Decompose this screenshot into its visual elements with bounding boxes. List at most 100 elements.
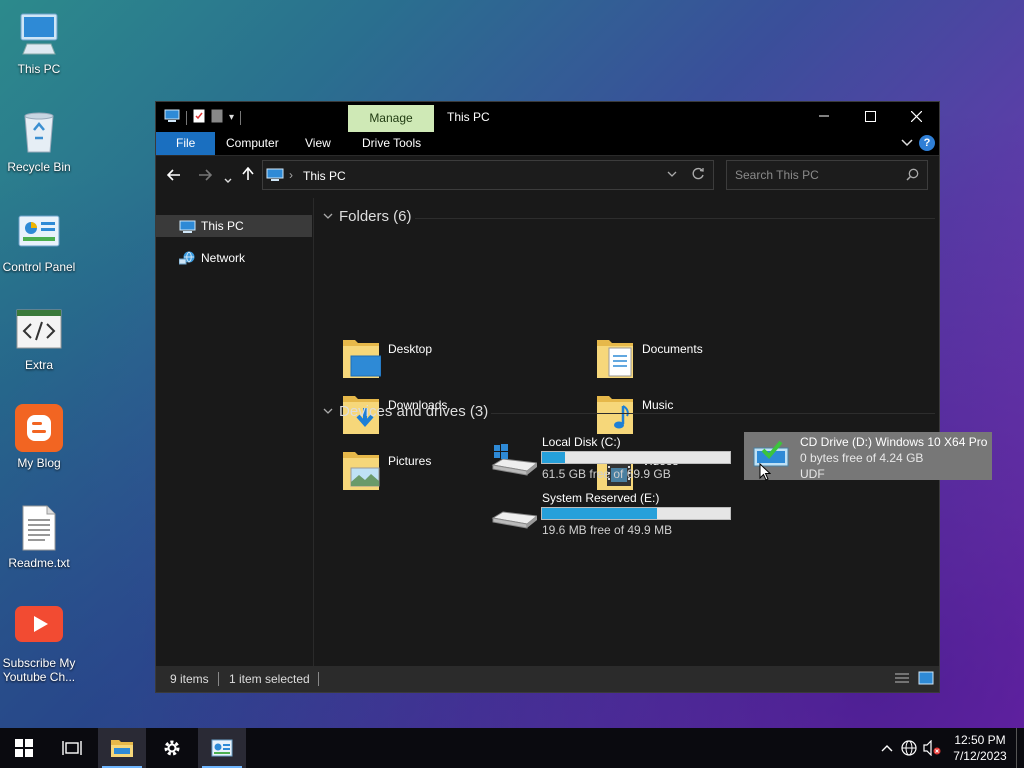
drive-filesystem: UDF (800, 467, 825, 481)
tab-file[interactable]: File (156, 132, 216, 155)
show-hidden-icons-chevron-icon[interactable] (876, 744, 898, 752)
drive-name: System Reserved (E:) (542, 491, 660, 505)
taskbar-settings[interactable] (148, 728, 196, 768)
desktop-icon-youtube[interactable]: Subscribe My Youtube Ch... (0, 604, 78, 684)
tab-manage[interactable]: Manage (348, 105, 434, 132)
nav-item-this-pc[interactable]: This PC (156, 215, 312, 237)
close-button[interactable] (893, 102, 939, 130)
forward-arrow-icon[interactable] (198, 168, 213, 184)
desktop-icon-label: My Blog (17, 456, 61, 470)
folder-name: Music (642, 398, 674, 412)
desktop-icon-my-blog[interactable]: My Blog (0, 404, 78, 470)
group-divider (491, 413, 935, 414)
large-icons-view-icon[interactable] (918, 671, 934, 688)
show-desktop-button[interactable] (1016, 728, 1024, 768)
toolbar-divider (186, 110, 187, 125)
folder-downloads[interactable]: Downloads (315, 254, 555, 434)
taskbar-control-panel[interactable] (198, 728, 246, 768)
blogger-icon (15, 404, 63, 452)
drive-usage-bar (541, 507, 731, 520)
clock[interactable]: 12:50 PM 7/12/2023 (944, 732, 1016, 764)
desktop-icon-label: Readme.txt (8, 556, 70, 570)
tab-computer[interactable]: Computer (212, 132, 293, 155)
clock-time: 12:50 PM (954, 733, 1006, 747)
drive-name: Local Disk (C:) (542, 435, 621, 449)
breadcrumb-chevron-icon: › (289, 168, 293, 182)
title-bar: ▾ Manage This PC (156, 102, 939, 132)
task-view-button[interactable] (48, 728, 96, 768)
code-file-icon (15, 306, 63, 354)
window-title: This PC (447, 110, 490, 124)
folder-videos[interactable]: Videos (569, 310, 809, 490)
minimize-button[interactable] (801, 102, 847, 130)
windows-drive-icon (491, 441, 539, 480)
nav-item-network[interactable]: Network (156, 247, 312, 269)
folder-desktop[interactable]: Desktop (315, 198, 555, 378)
control-panel-icon (15, 208, 63, 256)
desktop-icon-label: Recycle Bin (7, 160, 71, 174)
folder-music[interactable]: Music (569, 254, 809, 434)
properties-icon[interactable] (193, 109, 205, 126)
desktop-icon-readme[interactable]: Readme.txt (0, 504, 78, 570)
desktop-icon-extra[interactable]: Extra (0, 306, 78, 372)
tab-drive-tools[interactable]: Drive Tools (348, 132, 435, 155)
recent-locations-icon[interactable] (224, 171, 232, 187)
computer-icon (15, 10, 63, 58)
nav-item-label: Network (201, 251, 246, 265)
collapse-chevron-icon (323, 406, 333, 418)
desktop-icon-label: Control Panel (2, 260, 76, 274)
drive-cd-d[interactable]: CD Drive (D:) Windows 10 X64 Pro 0 bytes… (744, 432, 992, 481)
content-pane: Folders (6) Desktop Documents Downloads (315, 198, 992, 668)
system-tray: 12:50 PM 7/12/2023 (876, 728, 1024, 768)
search-icon[interactable] (906, 168, 919, 184)
computer-icon (164, 109, 180, 126)
computer-icon (266, 168, 284, 185)
status-selection: 1 item selected (229, 672, 310, 686)
desktop-icon-recycle-bin[interactable]: Recycle Bin (0, 108, 78, 174)
computer-icon (179, 219, 196, 241)
drive-free-space: 0 bytes free of 4.24 GB (800, 451, 924, 465)
address-bar[interactable]: › This PC (262, 160, 714, 190)
desktop-icon-this-pc[interactable]: This PC (0, 10, 78, 76)
drive-usage-fill (542, 508, 657, 519)
desktop-icon-label: Extra (24, 358, 53, 372)
status-divider (218, 672, 219, 686)
music-folder-icon (595, 392, 635, 436)
refresh-icon[interactable] (692, 167, 705, 183)
taskbar-file-explorer[interactable] (98, 728, 146, 768)
drive-system-reserved-e[interactable]: System Reserved (E:) 19.6 MB free of 49.… (486, 488, 736, 540)
drive-free-space: 61.5 GB free of 69.9 GB (542, 467, 671, 481)
folder-name: Pictures (388, 454, 432, 468)
back-arrow-icon[interactable] (166, 168, 181, 184)
desktop-icon-control-panel[interactable]: Control Panel (0, 208, 78, 274)
maximize-button[interactable] (847, 102, 893, 130)
folder-pictures[interactable]: Pictures (315, 310, 555, 490)
drive-local-disk-c[interactable]: Local Disk (C:) 61.5 GB free of 69.9 GB (486, 432, 736, 484)
navigation-bar: › This PC (156, 156, 939, 198)
text-file-icon (15, 504, 63, 552)
taskbar: 12:50 PM 7/12/2023 (0, 728, 1024, 768)
volume-muted-icon[interactable] (920, 740, 944, 756)
folder-documents[interactable]: Documents (569, 198, 809, 378)
address-dropdown-icon[interactable] (667, 169, 677, 180)
ribbon-tabs: File Computer View Drive Tools ? (156, 132, 939, 156)
up-arrow-icon[interactable] (242, 166, 254, 184)
expand-ribbon-icon[interactable] (901, 136, 913, 150)
network-globe-icon[interactable] (898, 740, 920, 756)
new-folder-icon[interactable] (211, 109, 223, 126)
details-view-icon[interactable] (894, 671, 910, 688)
nav-item-label: This PC (201, 219, 244, 233)
start-button[interactable] (0, 728, 48, 768)
file-explorer-window: ▾ Manage This PC File Computer View Driv… (155, 101, 992, 693)
group-title: Devices and drives (3) (339, 403, 489, 420)
status-bar: 9 items 1 item selected (156, 666, 939, 692)
group-header-drives[interactable]: Devices and drives (3) (323, 403, 488, 420)
breadcrumb-this-pc[interactable]: This PC (303, 169, 346, 183)
search-input[interactable] (735, 167, 895, 183)
customize-toolbar-icon[interactable]: ▾ (229, 112, 234, 123)
mouse-cursor-icon (759, 462, 772, 484)
quick-access-toolbar: ▾ (164, 109, 242, 126)
help-icon[interactable]: ? (919, 135, 935, 151)
tab-view[interactable]: View (291, 132, 345, 155)
drive-usage-fill (542, 452, 565, 463)
